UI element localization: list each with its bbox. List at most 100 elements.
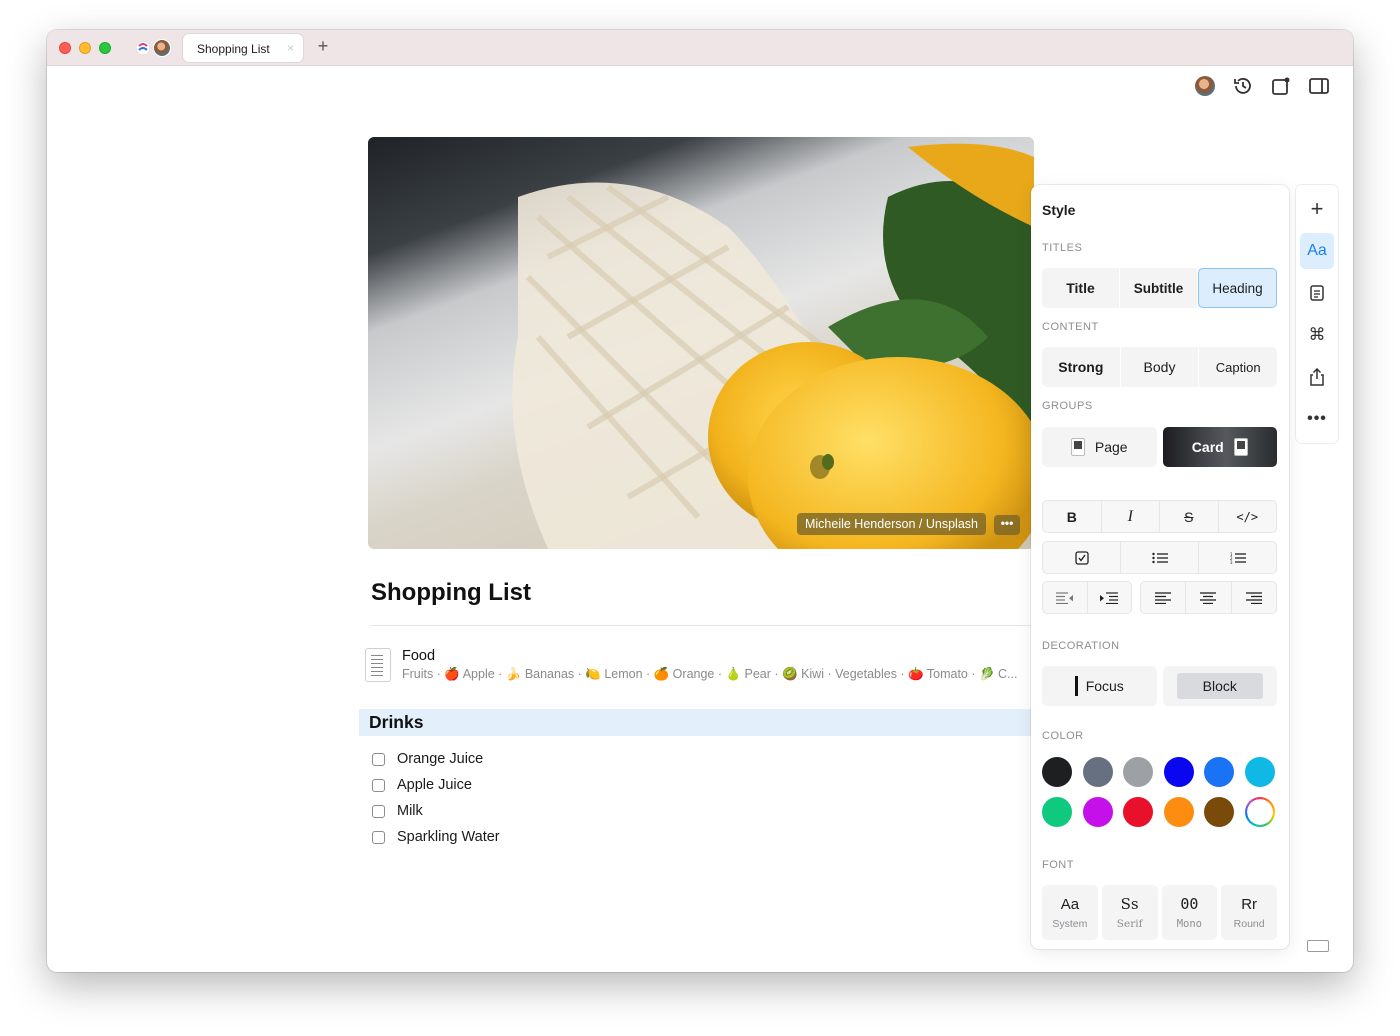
color-swatch[interactable] (1082, 757, 1113, 787)
history-icon[interactable] (1231, 74, 1255, 98)
page-title[interactable]: Shopping List (371, 579, 531, 607)
bullet-list-icon[interactable] (1121, 542, 1199, 573)
font-round-button[interactable]: Rr Round (1221, 885, 1277, 940)
new-tab-button[interactable]: + (313, 36, 333, 57)
plus-icon[interactable]: + (1300, 191, 1334, 227)
right-rail: + Aa ⌘ ••• (1296, 185, 1338, 443)
outdent-icon[interactable] (1043, 582, 1088, 613)
style-strong-button[interactable]: Strong (1042, 347, 1121, 387)
color-swatch[interactable] (1244, 757, 1275, 787)
align-right-icon[interactable] (1232, 582, 1276, 613)
card-icon (1233, 438, 1248, 456)
titles-label: TITLES (1042, 242, 1083, 254)
document: Micheile Henderson / Unsplash ••• Shoppi… (359, 137, 1035, 845)
indent-icon[interactable] (1088, 582, 1132, 613)
style-body-button[interactable]: Body (1121, 347, 1200, 387)
close-window-button[interactable] (59, 42, 71, 54)
strikethrough-button[interactable]: S (1160, 501, 1219, 532)
color-swatch[interactable] (1082, 797, 1113, 827)
color-swatch[interactable] (1204, 757, 1235, 787)
font-system-button[interactable]: Aa System (1042, 885, 1098, 940)
color-swatch[interactable] (1042, 797, 1072, 827)
checkbox[interactable] (372, 778, 385, 792)
more-icon[interactable]: ••• (1300, 401, 1334, 437)
keyboard-icon[interactable] (1307, 940, 1329, 952)
note-icon (365, 648, 391, 682)
italic-button[interactable]: I (1102, 501, 1160, 532)
font-mono-button[interactable]: 00 Mono (1161, 885, 1218, 940)
todo-label: Orange Juice (397, 751, 484, 767)
content-group: Strong Body Caption (1042, 347, 1277, 387)
heading-drinks[interactable]: Drinks (359, 709, 1035, 736)
svg-text:3: 3 (1230, 560, 1233, 564)
group-page-label: Page (1094, 439, 1128, 455)
group-card-button[interactable]: Card (1162, 427, 1277, 467)
align-center-icon[interactable] (1186, 582, 1232, 613)
photo-credit[interactable]: Micheile Henderson / Unsplash (796, 513, 986, 535)
color-swatches (1042, 757, 1282, 827)
font-serif-button[interactable]: Ss Serif (1101, 885, 1158, 940)
todo-item[interactable]: Apple Juice (372, 777, 472, 793)
new-note-icon[interactable] (1269, 74, 1293, 98)
font-group: Aa System Ss Serif 00 Mono Rr Round (1042, 885, 1277, 940)
linked-note-food[interactable]: Food Fruits · 🍎 Apple · 🍌 Bananas · 🍋 Le… (365, 647, 1035, 687)
decoration-block-button[interactable]: Block (1162, 666, 1277, 706)
share-icon[interactable] (1300, 359, 1334, 395)
numbered-list-icon[interactable]: 123 (1199, 542, 1276, 573)
focus-bar-icon (1074, 676, 1078, 696)
todo-label: Sparkling Water (397, 829, 500, 845)
tab-shopping-list[interactable]: Shopping List × (183, 34, 303, 62)
minimize-window-button[interactable] (79, 42, 91, 54)
bold-button[interactable]: B (1043, 501, 1102, 532)
color-swatch[interactable] (1123, 757, 1154, 787)
color-swatch[interactable] (1163, 757, 1194, 787)
color-swatch[interactable] (1163, 797, 1194, 827)
code-button[interactable]: </> (1219, 501, 1277, 532)
font-name: Mono (1176, 918, 1203, 930)
document-info-icon[interactable] (1300, 275, 1334, 311)
color-swatch[interactable] (1123, 797, 1154, 827)
style-heading-button[interactable]: Heading (1198, 268, 1277, 308)
todo-item[interactable]: Milk (372, 803, 423, 819)
content-label: CONTENT (1042, 321, 1099, 333)
heading-label: Drinks (369, 712, 424, 732)
style-subtitle-button[interactable]: Subtitle (1120, 268, 1198, 308)
font-glyph: Aa (1060, 895, 1080, 913)
user-avatar[interactable] (1193, 74, 1217, 98)
indent-row (1042, 581, 1132, 614)
cover-more-button[interactable]: ••• (994, 515, 1020, 535)
decoration-group: Focus Block (1042, 666, 1277, 706)
tab-close-icon[interactable]: × (287, 41, 294, 55)
style-panel-title: Style (1042, 202, 1076, 218)
checkbox[interactable] (372, 830, 385, 844)
command-icon[interactable]: ⌘ (1300, 317, 1334, 353)
checkbox[interactable] (372, 804, 385, 818)
color-swatch[interactable] (1204, 797, 1235, 827)
color-label: COLOR (1042, 730, 1084, 742)
todo-item[interactable]: Orange Juice (372, 751, 483, 767)
todo-item[interactable]: Sparkling Water (372, 829, 500, 845)
font-label: FONT (1042, 859, 1074, 871)
decoration-focus-button[interactable]: Focus (1042, 666, 1157, 706)
decoration-block-label: Block (1176, 673, 1263, 699)
font-glyph: Rr (1241, 895, 1258, 913)
linked-note-preview: Fruits · 🍎 Apple · 🍌 Bananas · 🍋 Lemon ·… (402, 667, 1018, 681)
style-tab-button[interactable]: Aa (1300, 233, 1334, 269)
zoom-window-button[interactable] (99, 42, 111, 54)
collaborator-avatar[interactable] (153, 39, 171, 57)
sidebar-toggle-icon[interactable] (1307, 74, 1331, 98)
align-left-icon[interactable] (1141, 582, 1187, 613)
style-title-button[interactable]: Title (1042, 268, 1120, 308)
align-row (1140, 581, 1277, 614)
cover-image[interactable]: Micheile Henderson / Unsplash ••• (368, 137, 1034, 549)
group-page-button[interactable]: Page (1042, 427, 1157, 467)
checkbox[interactable] (372, 752, 385, 766)
list-format-row: 123 (1042, 541, 1277, 574)
cover-photo (512, 143, 1034, 549)
checklist-icon[interactable] (1043, 542, 1121, 573)
style-caption-button[interactable]: Caption (1199, 347, 1277, 387)
color-swatch[interactable] (1042, 757, 1072, 787)
top-toolbar (1193, 74, 1331, 98)
custom-color-swatch[interactable] (1244, 797, 1275, 827)
app-window: Shopping List × + Micheile Henderson / U… (47, 30, 1353, 972)
